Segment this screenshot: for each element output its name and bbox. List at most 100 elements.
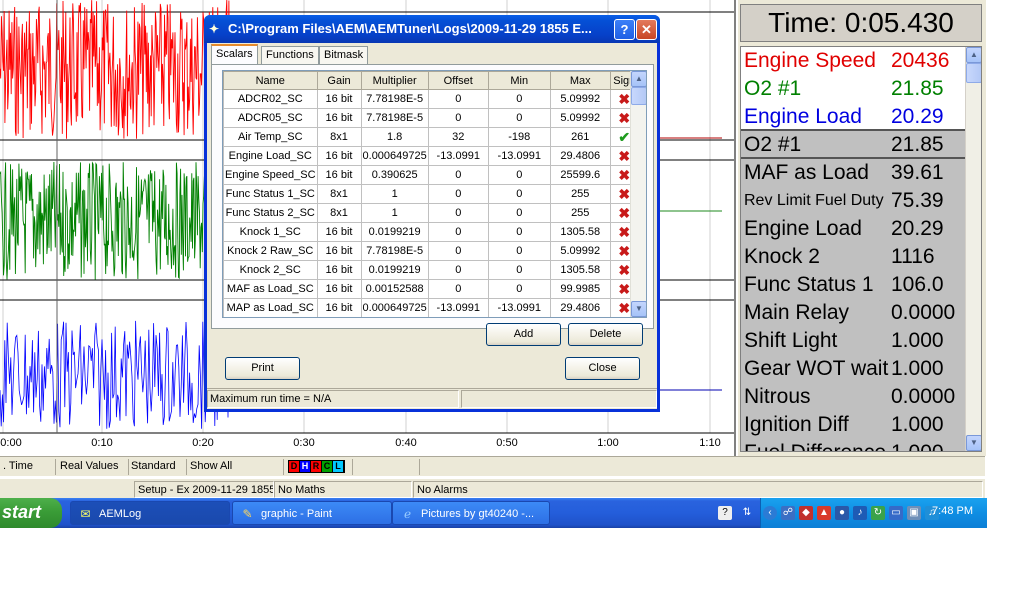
task-button-paint[interactable]: ✎ graphic - Paint	[232, 501, 392, 525]
table-row[interactable]: ADCR05_SC 16 bit 7.78198E-5 0 0 5.09992 ✖	[223, 108, 639, 128]
column-header[interactable]: Max	[549, 71, 611, 90]
clock[interactable]: 7:48 PM	[932, 505, 973, 517]
color-chip[interactable]: L	[333, 461, 343, 472]
dialog-title-bar[interactable]: ✦ C:\Program Files\AEM\AEMTuner\Logs\200…	[204, 15, 660, 43]
cell-multiplier: 1.8	[360, 127, 429, 147]
security-icon[interactable]: ▲	[817, 506, 831, 520]
gauge-row[interactable]: Func Status 1 106.0	[741, 271, 967, 299]
tab-bitmask[interactable]: Bitmask	[319, 46, 369, 64]
column-header[interactable]: Min	[487, 71, 551, 90]
scroll-up-button[interactable]: ▲	[631, 71, 646, 87]
table-row[interactable]: Knock 2_SC 16 bit 0.0199219 0 0 1305.58 ✖	[223, 260, 639, 280]
cell-max: 29.4806	[549, 298, 611, 317]
cell-name: ADCR02_SC	[223, 89, 318, 109]
start-button[interactable]: start	[0, 498, 62, 528]
gauge-row[interactable]: Engine Load 20.29	[741, 103, 967, 131]
add-button[interactable]: Add	[486, 323, 561, 346]
cross-icon[interactable]: ✖	[618, 205, 630, 221]
column-header[interactable]: Gain	[316, 71, 362, 90]
delete-button[interactable]: Delete	[568, 323, 643, 346]
table-row[interactable]: ADCR02_SC 16 bit 7.78198E-5 0 0 5.09992 ✖	[223, 89, 639, 109]
cell-max: 5.09992	[549, 108, 611, 128]
update-icon[interactable]: ↻	[871, 506, 885, 520]
media-icon[interactable]: ♪	[853, 506, 867, 520]
gauge-row[interactable]: Shift Light 1.000	[741, 327, 967, 355]
cross-icon[interactable]: ✖	[618, 262, 630, 278]
cross-icon[interactable]: ✖	[618, 167, 630, 183]
display-icon[interactable]: ▭	[889, 506, 903, 520]
cross-icon[interactable]: ✖	[618, 186, 630, 202]
cell-gain: 8x1	[316, 127, 362, 147]
table-row[interactable]: MAF as Load_SC 16 bit 0.00152588 0 0 99.9985 ✖	[223, 279, 639, 299]
help-button[interactable]: ?	[614, 19, 635, 40]
gauge-row[interactable]: Gear WOT wait 1.000	[741, 355, 967, 383]
show-all-label[interactable]: Show All	[187, 459, 284, 475]
values-mode-label[interactable]: Real Values	[57, 459, 129, 475]
cross-icon[interactable]: ✖	[618, 148, 630, 164]
gauge-row[interactable]: Fuel Difference 1.000	[741, 439, 967, 451]
table-row[interactable]: Knock 2 Raw_SC 16 bit 7.78198E-5 0 0 5.09992 ✖	[223, 241, 639, 261]
gauge-row[interactable]: O2 #1 21.85	[741, 75, 967, 103]
gauge-row[interactable]: Engine Speed 20436	[741, 47, 967, 75]
gauge-name: Engine Load	[744, 217, 862, 240]
cross-icon[interactable]: ✖	[618, 110, 630, 126]
column-header[interactable]: Name	[223, 71, 318, 90]
scroll-down-button[interactable]: ▼	[631, 301, 646, 317]
gauge-row[interactable]: MAF as Load 39.61	[741, 159, 967, 187]
device-icon[interactable]: ▣	[907, 506, 921, 520]
help-tray-icon[interactable]: ?	[718, 506, 732, 520]
table-row[interactable]: Air Temp_SC 8x1 1.8 32 -198 261 ✔	[223, 127, 639, 147]
column-header[interactable]: Offset	[427, 71, 489, 90]
gauge-row[interactable]: O2 #1 21.85	[741, 131, 967, 159]
color-chip[interactable]: R	[311, 461, 321, 472]
table-row[interactable]: Func Status 1_SC 8x1 1 0 0 255 ✖	[223, 184, 639, 204]
gauge-row[interactable]: Rev Limit Fuel Duty 75.39	[741, 187, 967, 215]
color-chip[interactable]: D	[289, 461, 299, 472]
antivirus-icon[interactable]: ◆	[799, 506, 813, 520]
gauge-row[interactable]: Engine Load 20.29	[741, 215, 967, 243]
cell-min: 0	[487, 203, 551, 223]
cross-icon[interactable]: ✖	[618, 281, 630, 297]
tab-functions[interactable]: Functions	[261, 46, 319, 64]
cell-offset: 0	[427, 260, 489, 280]
cross-icon[interactable]: ✖	[618, 243, 630, 259]
tray-expand-icon[interactable]: ‹	[763, 506, 777, 520]
network-icon[interactable]: ☍	[781, 506, 795, 520]
scroll-up-button[interactable]: ▲	[966, 47, 981, 63]
close-icon[interactable]: ✕	[636, 19, 657, 40]
task-button-browser[interactable]: ℯ Pictures by gt40240 -...	[392, 501, 550, 525]
time-mode-label[interactable]: . Time	[0, 459, 56, 475]
task-button-aemlog[interactable]: ✉ AEMLog	[70, 501, 230, 525]
color-chip-group[interactable]: DHRCL	[288, 460, 345, 473]
print-button[interactable]: Print	[225, 357, 300, 380]
gauge-row[interactable]: Main Relay 0.0000	[741, 299, 967, 327]
column-header[interactable]: Multiplier	[360, 71, 429, 90]
display-mode-label[interactable]: Standard	[128, 459, 187, 475]
cross-icon[interactable]: ✖	[618, 224, 630, 240]
scalars-grid[interactable]: Name Gain Multiplier Offset Min Max Sign ADCR0…	[222, 70, 647, 318]
color-chip[interactable]: C	[322, 461, 332, 472]
color-chip[interactable]: H	[300, 461, 310, 472]
gauge-list[interactable]: Engine Speed 20436 O2 #1 21.85 Engine Load 20…	[740, 46, 982, 452]
table-row[interactable]: Engine Speed_SC 16 bit 0.390625 0 0 25599.6 ✖	[223, 165, 639, 185]
grid-scrollbar[interactable]: ▲ ▼	[630, 71, 646, 317]
table-row[interactable]: Func Status 2_SC 8x1 1 0 0 255 ✖	[223, 203, 639, 223]
language-tray-icon[interactable]: ⇅	[740, 506, 754, 520]
table-row[interactable]: Knock 1_SC 16 bit 0.0199219 0 0 1305.58 ✖	[223, 222, 639, 242]
tab-scalars[interactable]: Scalars	[211, 44, 258, 65]
cross-icon[interactable]: ✖	[618, 91, 630, 107]
gauge-row[interactable]: Nitrous 0.0000	[741, 383, 967, 411]
table-row[interactable]: Engine Load_SC 16 bit 0.000649725 -13.0991-…	[223, 146, 639, 166]
gauge-row[interactable]: Knock 2 1116	[741, 243, 967, 271]
gauge-list-scrollbar[interactable]: ▲ ▼	[965, 47, 981, 451]
scroll-thumb[interactable]	[966, 63, 981, 83]
scroll-thumb[interactable]	[631, 87, 646, 105]
cross-icon[interactable]: ✖	[618, 300, 630, 316]
messenger-icon[interactable]: ●	[835, 506, 849, 520]
table-row[interactable]: MAP as Load_SC 16 bit 0.000649725 -13.0991-…	[223, 298, 639, 317]
cell-gain: 16 bit	[316, 108, 362, 128]
gauge-row[interactable]: Ignition Diff 1.000	[741, 411, 967, 439]
scroll-down-button[interactable]: ▼	[966, 435, 981, 451]
close-button[interactable]: Close	[565, 357, 640, 380]
check-icon[interactable]: ✔	[618, 129, 630, 145]
